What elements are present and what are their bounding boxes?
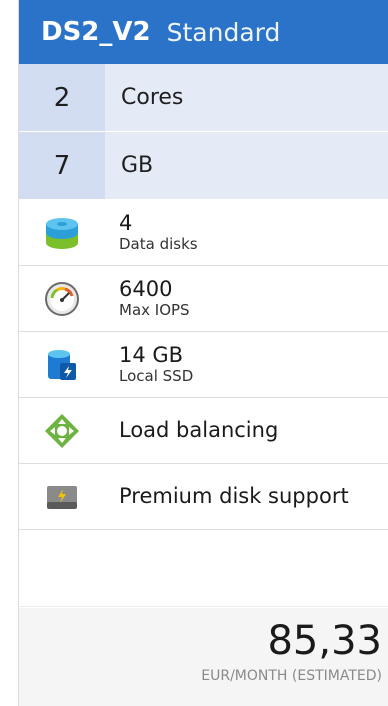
max-iops-value: 6400 (119, 277, 173, 302)
vm-size-card[interactable]: DS2_V2 Standard 2 Cores 7 GB 4 Data disk… (18, 0, 388, 706)
vm-size-name: DS2_V2 (41, 17, 151, 47)
load-balancing-label: Load balancing (119, 417, 279, 442)
gauge-icon (19, 266, 105, 331)
feature-load-balancing: Load balancing (19, 398, 388, 464)
cores-label: Cores (121, 85, 184, 110)
price-amount: 85,33 (267, 618, 382, 664)
memory-row: 7 GB (19, 132, 388, 200)
data-disks-icon (19, 200, 105, 265)
feature-premium-disk: Premium disk support (19, 464, 388, 530)
feature-max-iops: 6400 Max IOPS (19, 266, 388, 332)
local-ssd-icon (19, 332, 105, 397)
memory-label: GB (121, 153, 154, 178)
feature-local-ssd: 14 GB Local SSD (19, 332, 388, 398)
price-unit: EUR/MONTH (ESTIMATED) (201, 668, 382, 684)
card-header: DS2_V2 Standard (19, 0, 388, 64)
premium-disk-label: Premium disk support (119, 483, 349, 508)
cores-row: 2 Cores (19, 64, 388, 132)
price-section: 85,33 EUR/MONTH (ESTIMATED) (19, 608, 388, 706)
memory-value: 7 (19, 132, 105, 199)
vm-tier-label: Standard (166, 17, 281, 47)
card-spacer (19, 530, 388, 607)
max-iops-label: Max IOPS (119, 301, 190, 320)
local-ssd-label: Local SSD (119, 367, 194, 386)
data-disks-value: 4 (119, 211, 133, 236)
cores-value: 2 (19, 64, 105, 131)
feature-data-disks: 4 Data disks (19, 200, 388, 266)
local-ssd-value: 14 GB (119, 343, 184, 368)
load-balancer-icon (19, 398, 105, 463)
data-disks-label: Data disks (119, 235, 198, 254)
premium-disk-icon (19, 464, 105, 529)
